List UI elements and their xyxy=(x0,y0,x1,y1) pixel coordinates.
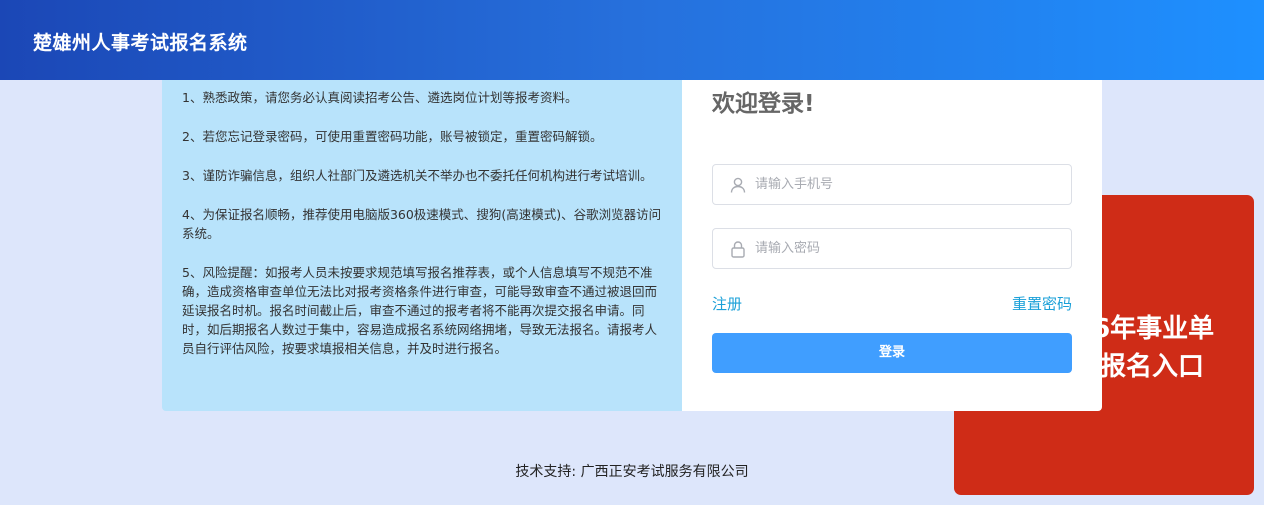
notice-item: 1、熟悉政策，请您务必认真阅读招考公告、遴选岗位计划等报考资料。 xyxy=(182,90,578,105)
login-panel: 欢迎登录! 注册 重置密码 登录 xyxy=(682,80,1102,411)
footer-support: 技术支持: 广西正安考试服务有限公司 xyxy=(515,464,749,480)
welcome-heading: 欢迎登录! xyxy=(712,91,815,117)
top-header: 楚雄州人事考试报名系统 xyxy=(0,0,1264,80)
login-button[interactable]: 登录 xyxy=(712,333,1072,373)
page: 楚雄州人事考试报名系统 1、熟悉政策，请您务必认真阅读招考公告、遴选岗位计划等报… xyxy=(0,0,1264,505)
system-title: 楚雄州人事考试报名系统 xyxy=(33,32,248,54)
lock-icon xyxy=(731,241,745,258)
notice-item: 3、谨防诈骗信息，组织人社部门及遴选机关不举办也不委托任何机构进行考试培训。 xyxy=(182,168,653,183)
phone-field[interactable] xyxy=(712,164,1072,205)
notice-panel: 1、熟悉政策，请您务必认真阅读招考公告、遴选岗位计划等报考资料。 2、若您忘记登… xyxy=(162,80,682,411)
notice-item: 4、为保证报名顺畅，推荐使用电脑版360极速模式、搜狗(高速模式)、谷歌浏览器访… xyxy=(182,207,662,241)
password-input[interactable] xyxy=(755,229,1055,268)
password-field[interactable] xyxy=(712,228,1072,269)
phone-input[interactable] xyxy=(755,165,1055,204)
notice-item: 5、风险提醒：如报考人员未按要求规范填写报名推荐表，或个人信息填写不规范不准确，… xyxy=(182,265,658,356)
register-link[interactable]: 注册 xyxy=(712,293,742,314)
user-icon xyxy=(730,177,746,193)
notice-item: 2、若您忘记登录密码，可使用重置密码功能，账号被锁定，重置密码解锁。 xyxy=(182,129,603,144)
reset-password-link[interactable]: 重置密码 xyxy=(1012,293,1072,314)
